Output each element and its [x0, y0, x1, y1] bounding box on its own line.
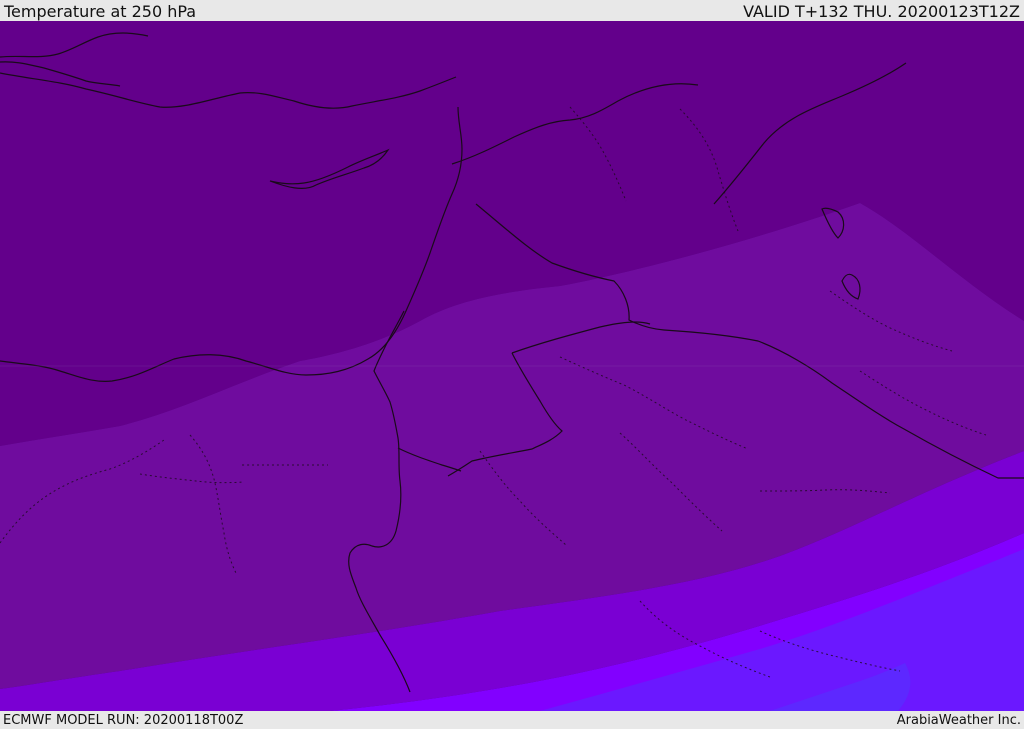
- map-header: Temperature at 250 hPa VALID T+132 THU. …: [0, 0, 1024, 21]
- valid-time: VALID T+132 THU. 20200123T12Z: [743, 2, 1020, 21]
- weather-map-page: Temperature at 250 hPa VALID T+132 THU. …: [0, 0, 1024, 729]
- map-area[interactable]: [0, 21, 1024, 711]
- map-title: Temperature at 250 hPa: [4, 2, 197, 21]
- map-credit: ArabiaWeather Inc.: [896, 713, 1021, 728]
- model-run: ECMWF MODEL RUN: 20200118T00Z: [3, 713, 244, 728]
- map-footer: ECMWF MODEL RUN: 20200118T00Z ArabiaWeat…: [0, 711, 1024, 729]
- temperature-map[interactable]: [0, 21, 1024, 711]
